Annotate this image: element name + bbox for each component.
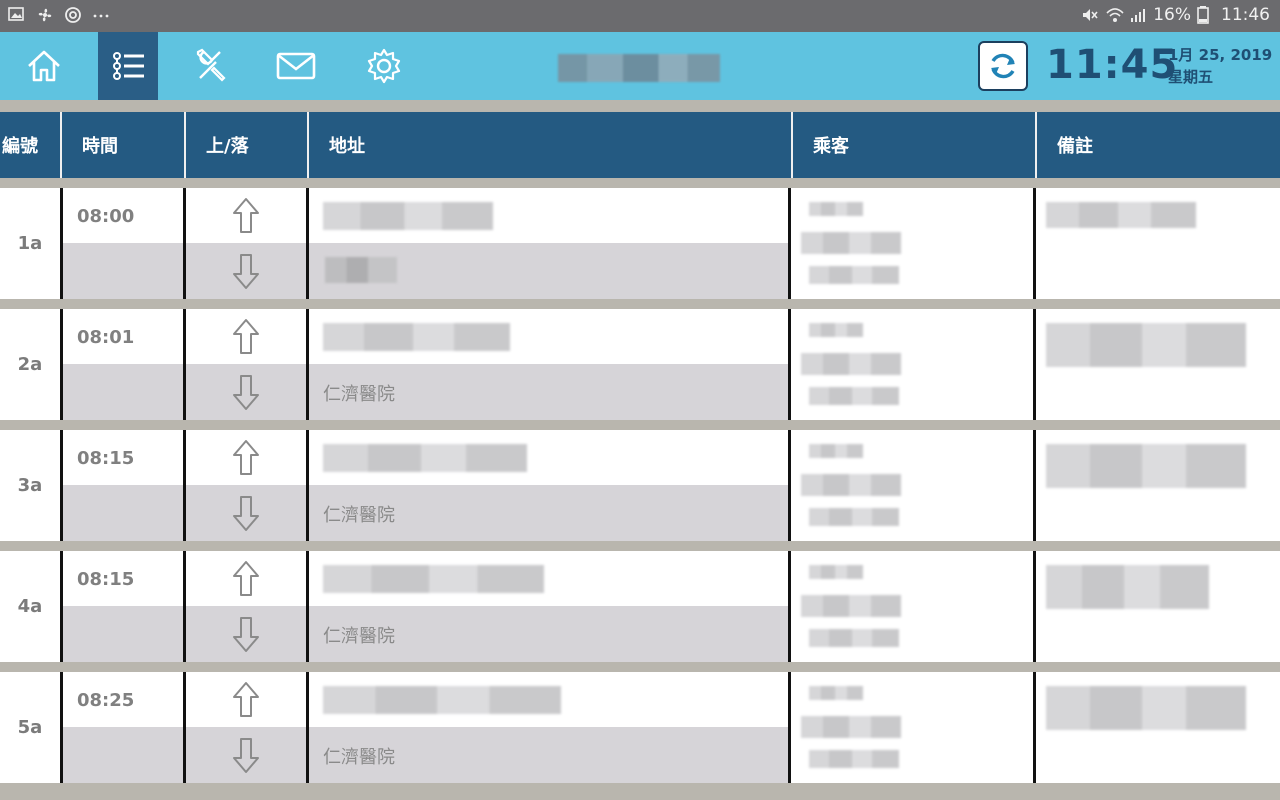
row-id: 2a — [17, 354, 43, 375]
battery-percent: 16% — [1153, 5, 1191, 25]
arrow-up-icon — [232, 560, 260, 602]
table-row[interactable]: 3a 08:15 仁濟醫院 — [0, 430, 1280, 541]
dropoff-address: 仁濟醫院 — [323, 626, 395, 647]
passenger-redacted — [791, 188, 1033, 299]
gear-icon — [367, 48, 401, 84]
header-remarks: 備註 — [1057, 136, 1093, 157]
dropoff-address: 仁濟醫院 — [323, 747, 395, 768]
remarks-redacted — [1036, 430, 1280, 541]
fan-icon — [36, 6, 54, 24]
status-time: 11:46 — [1221, 5, 1270, 25]
pickup-time: 08:15 — [77, 569, 135, 590]
image-icon — [8, 6, 26, 24]
sync-icon — [991, 53, 1015, 79]
row-id: 5a — [17, 717, 43, 738]
arrow-down-icon — [232, 615, 260, 657]
remarks-redacted — [1036, 551, 1280, 662]
table-header: 編號 時間 上/落 地址 乘客 備註 — [0, 112, 1280, 178]
arrow-up-icon — [232, 439, 260, 481]
arrow-down-icon — [232, 252, 260, 294]
address-cell — [309, 188, 788, 299]
battery-icon — [1197, 6, 1215, 24]
dropoff-address: 仁濟醫院 — [323, 384, 395, 405]
arrow-down-icon — [232, 494, 260, 536]
updown-cell — [186, 551, 306, 662]
pickup-address-redacted — [309, 672, 788, 727]
home-icon — [28, 50, 60, 82]
header-address: 地址 — [309, 112, 793, 178]
vehicle-title-redacted — [558, 54, 720, 82]
arrow-down-icon — [232, 736, 260, 778]
table-row[interactable]: 1a 08:00 — [0, 188, 1280, 299]
task-list-button[interactable] — [98, 32, 158, 100]
more-icon — [92, 6, 110, 24]
status-bar: 16% 11:46 — [0, 0, 1280, 32]
table-row[interactable]: 2a 08:01 仁濟醫院 — [0, 309, 1280, 420]
updown-cell — [186, 430, 306, 541]
updown-cell — [186, 309, 306, 420]
table-row[interactable]: 4a 08:15 仁濟醫院 — [0, 551, 1280, 662]
dropoff-address: 仁濟醫院 — [323, 505, 395, 526]
time-cell: 08:01 — [63, 309, 183, 420]
header-id: 編號 — [0, 112, 62, 178]
table-row[interactable]: 5a 08:25 仁濟醫院 — [0, 672, 1280, 783]
mail-button[interactable] — [266, 32, 326, 100]
passenger-redacted — [791, 309, 1033, 420]
remarks-redacted — [1036, 309, 1280, 420]
toolbar: 11:45 1月 25, 2019 星期五 — [0, 32, 1280, 100]
passenger-redacted — [791, 551, 1033, 662]
arrow-up-icon — [232, 197, 260, 239]
header-time: 時間 — [62, 112, 186, 178]
arrow-down-icon — [232, 373, 260, 415]
pickup-time: 08:00 — [77, 206, 135, 227]
tools-icon — [196, 48, 226, 82]
updown-cell — [186, 672, 306, 783]
sync-circle-icon — [64, 6, 82, 24]
date-line: 1月 25, 2019 — [1168, 46, 1273, 64]
address-cell: 仁濟醫院 — [309, 672, 788, 783]
remarks-redacted — [1036, 188, 1280, 299]
pickup-address-redacted — [309, 430, 788, 485]
wifi-icon — [1105, 6, 1124, 24]
updown-cell — [186, 188, 306, 299]
time-cell: 08:00 — [63, 188, 183, 299]
passenger-redacted — [791, 430, 1033, 541]
time-cell: 08:15 — [63, 551, 183, 662]
mute-icon — [1081, 6, 1099, 24]
passenger-redacted — [791, 672, 1033, 783]
signal-icon — [1129, 6, 1147, 24]
row-id: 3a — [17, 475, 43, 496]
arrow-up-icon — [232, 318, 260, 360]
header-updown: 上/落 — [186, 112, 309, 178]
time-cell: 08:25 — [63, 672, 183, 783]
task-list-icon — [113, 52, 144, 80]
pickup-address-redacted — [309, 188, 788, 243]
row-id: 4a — [17, 596, 43, 617]
weekday-line: 星期五 — [1168, 68, 1214, 86]
mail-icon — [276, 52, 316, 80]
pickup-time: 08:01 — [77, 327, 135, 348]
clock: 11:45 — [1046, 42, 1179, 88]
address-cell: 仁濟醫院 — [309, 430, 788, 541]
date-display: 1月 25, 2019 星期五 — [1168, 44, 1272, 88]
home-button[interactable] — [14, 32, 74, 100]
remarks-redacted — [1036, 672, 1280, 783]
pickup-address-redacted — [309, 309, 788, 364]
address-cell: 仁濟醫院 — [309, 309, 788, 420]
header-passenger: 乘客 — [793, 112, 1037, 178]
address-cell: 仁濟醫院 — [309, 551, 788, 662]
pickup-address-redacted — [309, 551, 788, 606]
arrow-up-icon — [232, 681, 260, 723]
row-id: 1a — [17, 233, 43, 254]
tools-button[interactable] — [182, 32, 242, 100]
pickup-time: 08:25 — [77, 690, 135, 711]
pickup-time: 08:15 — [77, 448, 135, 469]
settings-button[interactable] — [354, 32, 414, 100]
time-cell: 08:15 — [63, 430, 183, 541]
sync-button[interactable] — [978, 41, 1028, 91]
